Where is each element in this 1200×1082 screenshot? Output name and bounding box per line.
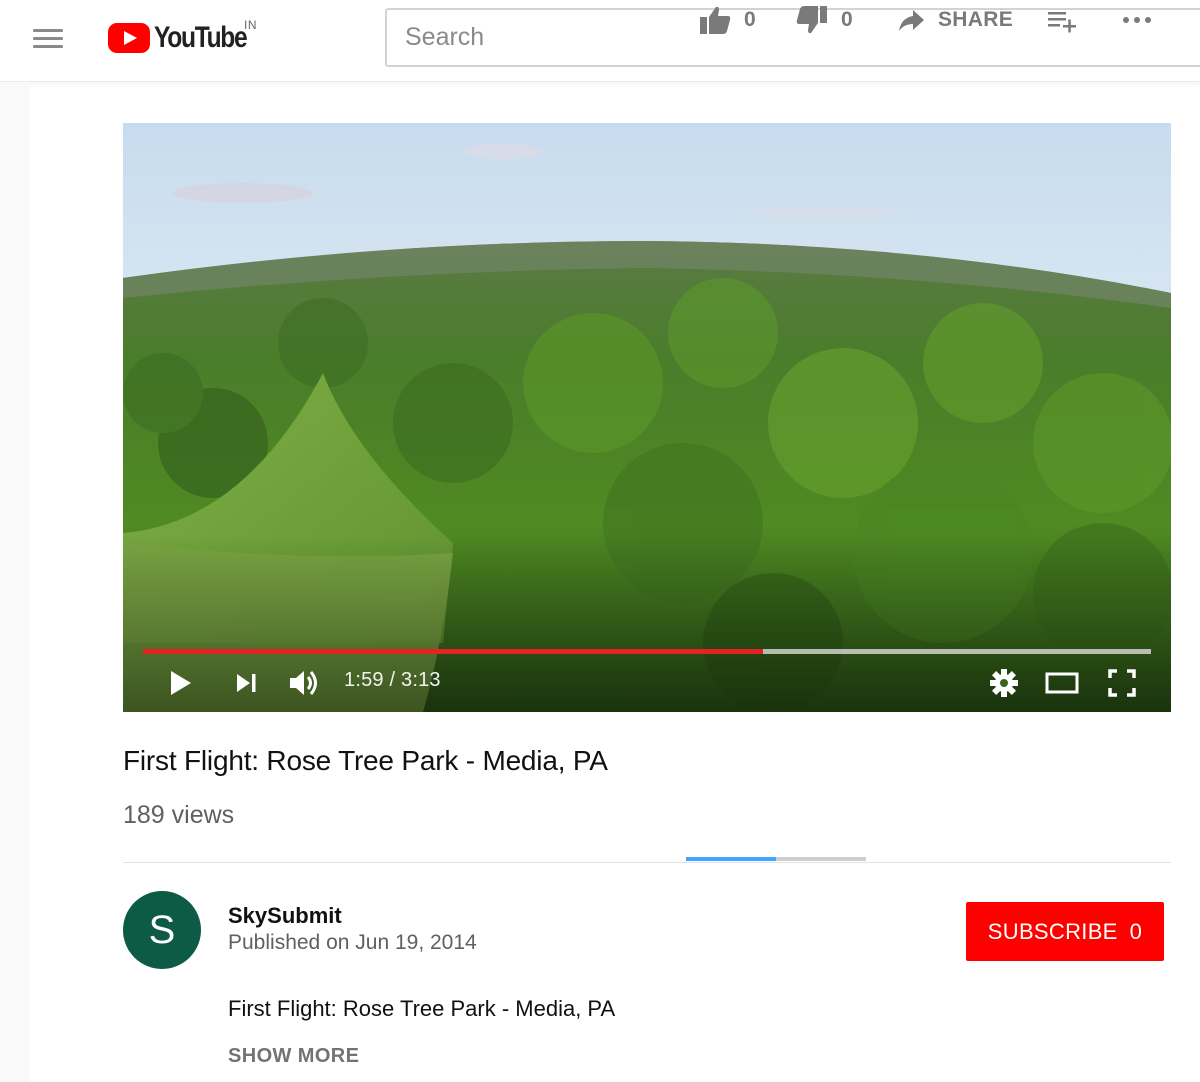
- video-description: First Flight: Rose Tree Park - Media, PA: [228, 996, 616, 1021]
- divider: [123, 862, 1171, 863]
- theater-mode-icon[interactable]: [1044, 667, 1080, 699]
- dislike-button[interactable]: 0: [795, 0, 853, 40]
- masthead: YouTube IN: [0, 0, 1200, 82]
- more-horizontal-icon: [1123, 17, 1151, 23]
- subscribe-button[interactable]: SUBSCRIBE 0: [966, 902, 1164, 961]
- share-arrow-icon: [899, 10, 924, 31]
- channel-name[interactable]: SkySubmit: [228, 903, 342, 929]
- video-frame: [123, 123, 1171, 712]
- share-label: SHARE: [938, 8, 1014, 31]
- playlist-add-icon: [1048, 12, 1076, 33]
- dislike-count: 0: [841, 8, 853, 31]
- hamburger-menu-icon[interactable]: [33, 27, 65, 49]
- show-more-button[interactable]: SHOW MORE: [228, 1045, 359, 1068]
- video-player[interactable]: 1:59 / 3:13: [123, 123, 1171, 712]
- publish-date: Published on Jun 19, 2014: [228, 931, 477, 954]
- share-button[interactable]: SHARE: [896, 0, 1013, 40]
- youtube-logo[interactable]: YouTube IN: [108, 18, 267, 56]
- subscriber-count: 0: [1129, 918, 1143, 944]
- time-display: 1:59 / 3:13: [344, 669, 441, 691]
- next-icon[interactable]: [233, 667, 261, 699]
- fullscreen-icon[interactable]: [1106, 667, 1138, 699]
- more-actions-button[interactable]: [1120, 0, 1156, 40]
- sentiment-bar: [686, 857, 866, 861]
- channel-avatar[interactable]: S: [123, 891, 201, 969]
- search-input[interactable]: [387, 10, 1200, 65]
- like-count: 0: [744, 8, 756, 31]
- progress-played: [143, 649, 763, 654]
- thumbs-down-icon: [796, 6, 827, 34]
- youtube-play-logo-icon: [108, 23, 150, 53]
- progress-bar[interactable]: [143, 649, 1151, 654]
- volume-icon[interactable]: [287, 667, 323, 699]
- add-to-playlist-button[interactable]: [1046, 0, 1078, 40]
- subscribe-label: SUBSCRIBE: [987, 918, 1118, 944]
- play-icon[interactable]: [167, 667, 195, 699]
- like-button[interactable]: 0: [698, 0, 756, 40]
- sentiment-like-fill: [686, 857, 776, 861]
- gear-icon[interactable]: [988, 667, 1020, 699]
- thumbs-up-icon: [700, 6, 731, 35]
- logo-wordmark: YouTube: [154, 21, 248, 54]
- country-code: IN: [244, 18, 257, 32]
- video-title: First Flight: Rose Tree Park - Media, PA: [123, 745, 608, 776]
- left-gutter: [0, 82, 30, 1082]
- view-count: 189 views: [123, 801, 235, 829]
